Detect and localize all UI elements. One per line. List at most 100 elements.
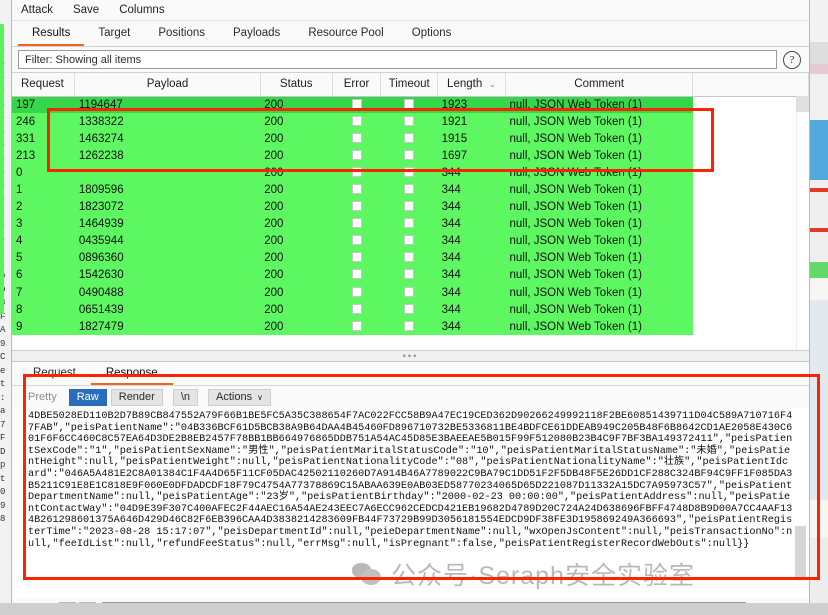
tab-payloads[interactable]: Payloads [219,21,294,46]
table-row[interactable]: 8 0651439 200 344 null, JSON Web Token (1) [12,301,809,319]
column-header-comment[interactable]: Comment [505,73,694,97]
menu-item-save[interactable]: Save [71,2,109,19]
timeout-checkbox[interactable] [404,166,415,177]
table-row[interactable]: 197 1194647 200 1923 null, JSON Web Token (1… [12,96,809,114]
help-icon[interactable]: ? [783,50,801,69]
tab-resource-pool[interactable]: Resource Pool [294,21,397,46]
cell-error[interactable] [332,216,381,233]
view-button-raw[interactable]: Raw [68,388,107,406]
timeout-checkbox[interactable] [404,320,415,331]
timeout-checkbox[interactable] [404,269,415,280]
cell-error[interactable] [332,267,381,284]
panel-splitter[interactable]: ••• [12,350,809,362]
cell-error[interactable] [332,164,381,181]
cell-error[interactable] [332,284,381,301]
error-checkbox[interactable] [351,183,362,194]
cell-timeout[interactable] [381,164,438,181]
error-checkbox[interactable] [351,115,362,126]
results-scrollbar-thumb[interactable] [796,96,809,112]
cell-timeout[interactable] [381,267,438,284]
column-header-error[interactable]: Error [332,73,382,97]
cell-timeout[interactable] [381,130,438,147]
cell-timeout[interactable] [381,250,438,267]
error-checkbox[interactable] [351,252,362,263]
timeout-checkbox[interactable] [404,303,415,314]
column-header-payload[interactable]: Payload [74,73,261,97]
timeout-checkbox[interactable] [404,235,415,246]
cell-error[interactable] [332,96,381,113]
tab-target[interactable]: Target [84,21,144,46]
cell-timeout[interactable] [381,113,438,130]
cell-timeout[interactable] [381,181,438,198]
response-scrollbar-thumb[interactable] [795,526,806,580]
error-checkbox[interactable] [351,218,362,229]
error-checkbox[interactable] [351,132,362,143]
cell-error[interactable] [332,199,381,216]
column-header-request[interactable]: Request [12,73,76,97]
view-button-render[interactable]: Render [110,388,163,406]
cell-error[interactable] [332,233,381,250]
results-vertical-scrollbar[interactable] [796,96,809,350]
cell-error[interactable] [332,250,381,267]
table-row[interactable]: 7 0490488 200 344 null, JSON Web Token (1) [12,284,809,302]
cell-timeout[interactable] [381,199,438,216]
cell-timeout[interactable] [381,233,438,250]
cell-timeout[interactable] [381,216,438,233]
cell-timeout[interactable] [381,96,438,113]
error-checkbox[interactable] [351,149,362,160]
response-vertical-scrollbar[interactable] [794,408,807,599]
tab-response[interactable]: Response [90,362,173,385]
tab-request[interactable]: Request [18,362,91,385]
timeout-checkbox[interactable] [404,149,415,160]
table-row[interactable]: 5 0896360 200 344 null, JSON Web Token (1) [12,249,809,267]
tab-positions[interactable]: Positions [144,21,219,46]
cell-error[interactable] [332,130,381,147]
error-checkbox[interactable] [351,235,362,246]
cell-error[interactable] [332,147,381,164]
cell-timeout[interactable] [381,318,438,335]
table-row[interactable]: 246 1338322 200 1921 null, JSON Web Token (1… [12,113,809,131]
column-header-timeout[interactable]: Timeout [380,73,439,97]
timeout-checkbox[interactable] [404,201,415,212]
timeout-checkbox[interactable] [404,115,415,126]
error-checkbox[interactable] [351,303,362,314]
table-row[interactable]: 1 1809596 200 344 null, JSON Web Token (1) [12,181,809,199]
cell-timeout[interactable] [381,284,438,301]
timeout-checkbox[interactable] [404,98,415,109]
table-row[interactable]: 3 1464939 200 344 null, JSON Web Token (1) [12,215,809,233]
tab-options[interactable]: Options [398,21,466,46]
table-row[interactable]: 9 1827479 200 344 null, JSON Web Token (1) [12,318,809,336]
menu-item-attack[interactable]: Attack [19,2,63,19]
table-row[interactable]: 213 1262238 200 1697 null, JSON Web Token (1… [12,147,809,165]
cell-timeout[interactable] [381,147,438,164]
table-row[interactable]: 6 1542630 200 344 null, JSON Web Token (1) [12,266,809,285]
response-body-text[interactable]: 4DBE5028ED110B2D7B89CB847552A79F66B1BE5F… [14,408,793,599]
actions-button[interactable]: Actions ∨ [208,388,271,406]
error-checkbox[interactable] [351,286,362,297]
error-checkbox[interactable] [351,269,362,280]
timeout-checkbox[interactable] [404,286,415,297]
error-checkbox[interactable] [351,98,362,109]
cell-error[interactable] [332,113,381,130]
error-checkbox[interactable] [351,166,362,177]
filter-bar[interactable]: Filter: Showing all items [18,50,777,69]
tab-results[interactable]: Results [18,21,85,46]
cell-timeout[interactable] [381,301,438,318]
timeout-checkbox[interactable] [404,218,415,229]
error-checkbox[interactable] [351,320,362,331]
timeout-checkbox[interactable] [404,183,415,194]
timeout-checkbox[interactable] [404,252,415,263]
cell-error[interactable] [332,301,381,318]
view-button-pretty[interactable]: Pretty [20,389,65,406]
cell-error[interactable] [332,181,381,198]
timeout-checkbox[interactable] [404,132,415,143]
error-checkbox[interactable] [351,201,362,212]
menu-item-columns[interactable]: Columns [117,2,174,19]
column-header-length[interactable]: Length ⌄ [437,73,506,97]
cell-error[interactable] [332,318,381,335]
table-row[interactable]: 0 200 344 null, JSON Web Token (1) [12,164,809,182]
table-row[interactable]: 331 1463274 200 1915 null, JSON Web Token (1… [12,130,809,148]
view-button-newline[interactable]: \n [172,388,199,406]
table-row[interactable]: 2 1823072 200 344 null, JSON Web Token (1) [12,198,809,216]
table-row[interactable]: 4 0435944 200 344 null, JSON Web Token (1) [12,232,809,250]
